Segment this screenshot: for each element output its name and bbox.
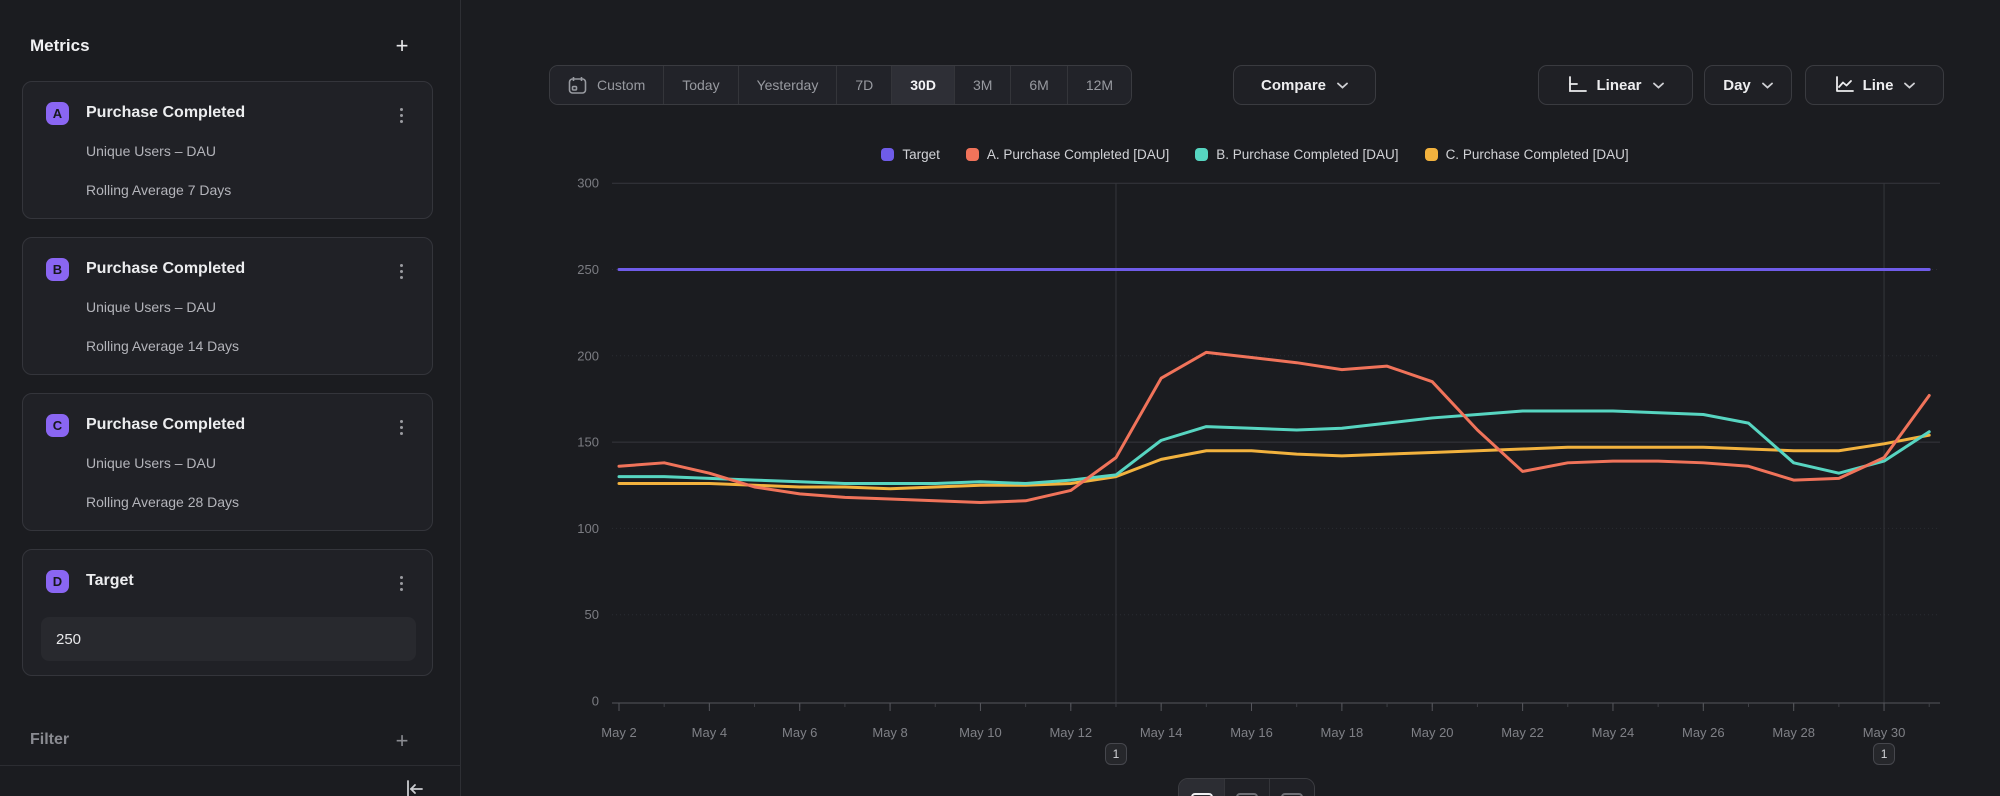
date-range-segmented-control: Custom Today Yesterday 7D 30D 3M 6M 12M — [549, 65, 1132, 105]
legend-item-target[interactable]: Target — [881, 147, 940, 162]
range-label: Custom — [597, 77, 645, 93]
legend-swatch — [966, 148, 979, 161]
kebab-menu-icon[interactable] — [390, 103, 412, 127]
svg-text:May 8: May 8 — [872, 725, 907, 740]
svg-text:May 2: May 2 — [601, 725, 636, 740]
legend-swatch — [1425, 148, 1438, 161]
metric-transform: Rolling Average 14 Days — [86, 338, 239, 354]
svg-text:0: 0 — [592, 694, 599, 709]
target-card[interactable]: D Target — [22, 549, 433, 676]
range-12m-button[interactable]: 12M — [1067, 66, 1131, 104]
chevron-down-icon — [1904, 82, 1915, 89]
kebab-menu-icon[interactable] — [390, 259, 412, 283]
scale-label: Linear — [1596, 77, 1641, 94]
axis-icon — [1567, 76, 1587, 94]
svg-text:May 22: May 22 — [1501, 725, 1544, 740]
interval-dropdown[interactable]: Day — [1704, 65, 1792, 105]
metrics-header: Metrics — [30, 36, 90, 56]
svg-text:May 16: May 16 — [1230, 725, 1273, 740]
chart-type-label: Line — [1863, 77, 1894, 94]
metric-card-c[interactable]: C Purchase Completed Unique Users – DAU … — [22, 393, 433, 531]
compare-label: Compare — [1261, 77, 1326, 94]
filter-header: Filter — [30, 731, 69, 749]
metric-title: Purchase Completed — [86, 416, 245, 434]
metric-measure: Unique Users – DAU — [86, 455, 216, 471]
metric-chip-a: A — [46, 102, 69, 125]
sidebar-bottom-divider — [0, 765, 460, 766]
range-30d-button[interactable]: 30D — [891, 66, 954, 104]
range-7d-button[interactable]: 7D — [836, 66, 891, 104]
svg-text:May 4: May 4 — [692, 725, 727, 740]
svg-text:300: 300 — [577, 176, 599, 191]
legend-label: Target — [902, 147, 940, 162]
calendar-icon — [568, 76, 587, 95]
view-table-button[interactable] — [1269, 779, 1314, 796]
metrics-sidebar: Metrics + A Purchase Completed Unique Us… — [0, 0, 461, 796]
view-toggle-segmented-control — [1178, 778, 1315, 796]
range-today-button[interactable]: Today — [663, 66, 737, 104]
metric-chip-d: D — [46, 570, 69, 593]
legend-item-b[interactable]: B. Purchase Completed [DAU] — [1195, 147, 1398, 162]
collapse-sidebar-icon[interactable] — [399, 777, 429, 796]
svg-text:May 12: May 12 — [1049, 725, 1092, 740]
chart-legend: Target A. Purchase Completed [DAU] B. Pu… — [560, 147, 1950, 162]
metric-measure: Unique Users – DAU — [86, 143, 216, 159]
chevron-down-icon — [1337, 82, 1348, 89]
metric-measure: Unique Users – DAU — [86, 299, 216, 315]
svg-text:May 30: May 30 — [1863, 725, 1906, 740]
legend-label: B. Purchase Completed [DAU] — [1216, 147, 1398, 162]
chart-type-dropdown[interactable]: Line — [1805, 65, 1944, 105]
metric-chip-c: C — [46, 414, 69, 437]
add-metric-button[interactable]: + — [386, 30, 418, 62]
chevron-down-icon — [1762, 82, 1773, 89]
target-title: Target — [86, 572, 134, 590]
interval-label: Day — [1723, 77, 1751, 94]
svg-text:May 24: May 24 — [1592, 725, 1635, 740]
range-custom-button[interactable]: Custom — [550, 66, 663, 104]
svg-text:100: 100 — [577, 521, 599, 536]
legend-item-a[interactable]: A. Purchase Completed [DAU] — [966, 147, 1169, 162]
svg-text:May 14: May 14 — [1140, 725, 1183, 740]
svg-text:150: 150 — [577, 435, 599, 450]
target-value-input[interactable] — [41, 617, 416, 661]
svg-text:50: 50 — [585, 607, 599, 622]
legend-label: A. Purchase Completed [DAU] — [987, 147, 1169, 162]
svg-text:May 10: May 10 — [959, 725, 1002, 740]
svg-text:May 18: May 18 — [1321, 725, 1364, 740]
annotation-badge[interactable]: 1 — [1105, 743, 1127, 765]
line-chart-icon — [1834, 76, 1854, 94]
svg-text:200: 200 — [577, 348, 599, 363]
legend-label: C. Purchase Completed [DAU] — [1446, 147, 1629, 162]
chevron-down-icon — [1653, 82, 1664, 89]
metric-card-a[interactable]: A Purchase Completed Unique Users – DAU … — [22, 81, 433, 219]
view-chart-table-button[interactable] — [1224, 779, 1269, 796]
metric-chip-b: B — [46, 258, 69, 281]
range-6m-button[interactable]: 6M — [1010, 66, 1066, 104]
compare-button[interactable]: Compare — [1233, 65, 1376, 105]
svg-text:May 20: May 20 — [1411, 725, 1454, 740]
add-filter-button[interactable]: + — [386, 725, 418, 757]
kebab-menu-icon[interactable] — [390, 571, 412, 595]
annotation-badge[interactable]: 1 — [1873, 743, 1895, 765]
metric-title: Purchase Completed — [86, 260, 245, 278]
metric-card-b[interactable]: B Purchase Completed Unique Users – DAU … — [22, 237, 433, 375]
legend-swatch — [881, 148, 894, 161]
legend-swatch — [1195, 148, 1208, 161]
metric-transform: Rolling Average 28 Days — [86, 494, 239, 510]
svg-text:250: 250 — [577, 262, 599, 277]
kebab-menu-icon[interactable] — [390, 415, 412, 439]
svg-text:May 6: May 6 — [782, 725, 817, 740]
metric-title: Purchase Completed — [86, 104, 245, 122]
view-chart-button[interactable] — [1179, 779, 1224, 796]
scale-dropdown[interactable]: Linear — [1538, 65, 1693, 105]
sidebar-divider — [460, 0, 461, 796]
metric-transform: Rolling Average 7 Days — [86, 182, 231, 198]
app-window: Metrics + A Purchase Completed Unique Us… — [0, 0, 2000, 796]
range-yesterday-button[interactable]: Yesterday — [738, 66, 837, 104]
range-3m-button[interactable]: 3M — [954, 66, 1010, 104]
legend-item-c[interactable]: C. Purchase Completed [DAU] — [1425, 147, 1629, 162]
svg-text:May 28: May 28 — [1772, 725, 1815, 740]
svg-text:May 26: May 26 — [1682, 725, 1725, 740]
